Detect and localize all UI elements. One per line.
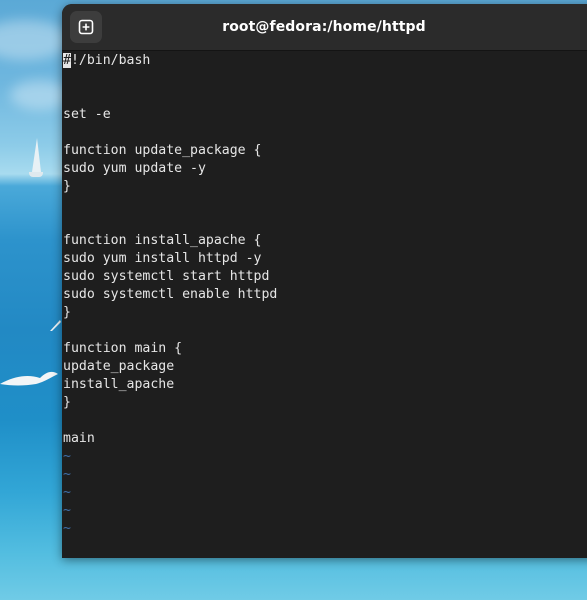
seagull-wing-icon: [50, 320, 61, 331]
empty-buffer-tilde: ~: [63, 503, 71, 518]
text-cursor: #: [63, 53, 71, 68]
terminal-window[interactable]: root@fedora:/home/httpd #!/bin/bash set …: [62, 4, 587, 558]
empty-buffer-tilde: ~: [63, 521, 71, 536]
editor-line: set -e: [63, 107, 111, 122]
empty-buffer-tilde: ~: [63, 449, 71, 464]
editor-line: update_package: [63, 359, 175, 374]
editor-line: }: [63, 179, 71, 194]
sailboat-sail: [32, 138, 41, 172]
editor-line: sudo yum install httpd -y: [63, 251, 262, 266]
editor-line: function main {: [63, 341, 183, 356]
window-title: root@fedora:/home/httpd: [222, 19, 426, 35]
editor-line: function install_apache {: [63, 233, 262, 248]
seagull-icon: [0, 371, 58, 386]
editor-line: function update_package {: [63, 143, 262, 158]
editor-line: }: [63, 395, 71, 410]
empty-buffer-tilde: ~: [63, 485, 71, 500]
editor-line: }: [63, 305, 71, 320]
empty-buffer-tilde: ~: [63, 467, 71, 482]
vim-editor[interactable]: #!/bin/bash set -e function update_packag…: [63, 52, 587, 558]
sailboat-hull: [29, 172, 43, 177]
terminal-titlebar[interactable]: root@fedora:/home/httpd: [62, 4, 587, 51]
editor-line: install_apache: [63, 377, 175, 392]
editor-line: sudo yum update -y: [63, 161, 206, 176]
editor-line: main: [63, 431, 95, 446]
editor-line-1: #!/bin/bash: [63, 53, 151, 68]
editor-line: sudo systemctl enable httpd: [63, 287, 278, 302]
editor-line: sudo systemctl start httpd: [63, 269, 270, 284]
